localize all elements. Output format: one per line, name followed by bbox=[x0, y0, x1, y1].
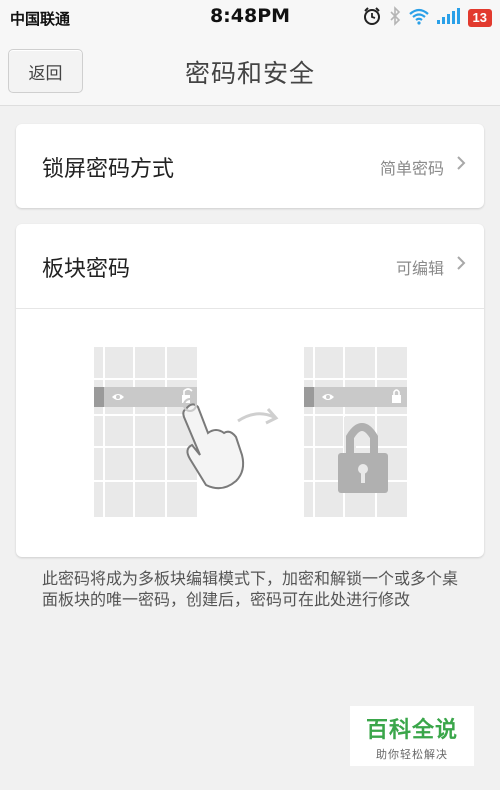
lock-screen-card: 锁屏密码方式 简单密码 bbox=[16, 124, 484, 208]
page-title: 密码和安全 bbox=[184, 59, 315, 88]
watermark-subtitle: 助你轻松解决 bbox=[376, 748, 448, 761]
alarm-icon bbox=[362, 6, 382, 30]
signal-icon bbox=[436, 7, 462, 29]
tile-password-card: 板块密码 可编辑 bbox=[16, 224, 484, 557]
bluetooth-icon bbox=[388, 6, 402, 30]
tile-password-label: 板块密码 bbox=[42, 257, 131, 282]
tile-lock-illustration bbox=[16, 309, 484, 557]
nav-bar: 返回 密码和安全 bbox=[0, 36, 500, 106]
status-icons: 13 bbox=[362, 6, 492, 30]
tile-password-value: 可编辑 bbox=[395, 259, 444, 278]
lock-screen-label: 锁屏密码方式 bbox=[42, 157, 175, 182]
battery-level: 13 bbox=[467, 9, 492, 27]
lock-screen-password-row[interactable]: 锁屏密码方式 简单密码 bbox=[16, 124, 484, 208]
status-bar: 中国联通 8:48PM 13 bbox=[0, 0, 500, 36]
tile-password-note: 此密码将成为多板块编辑模式下，加密和解锁一个或多个桌面板块的唯一密码，创建后，密… bbox=[42, 569, 459, 609]
watermark-title: 百科全说 bbox=[365, 718, 458, 743]
unlocked-tile-grid bbox=[94, 347, 197, 517]
watermark-logo: 百科全说 助你轻松解决 bbox=[350, 706, 474, 766]
tile-lock-diagram bbox=[94, 347, 407, 517]
chevron-right-icon bbox=[456, 255, 466, 276]
wifi-icon bbox=[408, 7, 430, 29]
tile-password-row[interactable]: 板块密码 可编辑 bbox=[16, 224, 484, 308]
chevron-right-icon bbox=[456, 155, 466, 176]
arrow-right-icon bbox=[237, 408, 279, 425]
lock-screen-value: 简单密码 bbox=[379, 159, 444, 178]
